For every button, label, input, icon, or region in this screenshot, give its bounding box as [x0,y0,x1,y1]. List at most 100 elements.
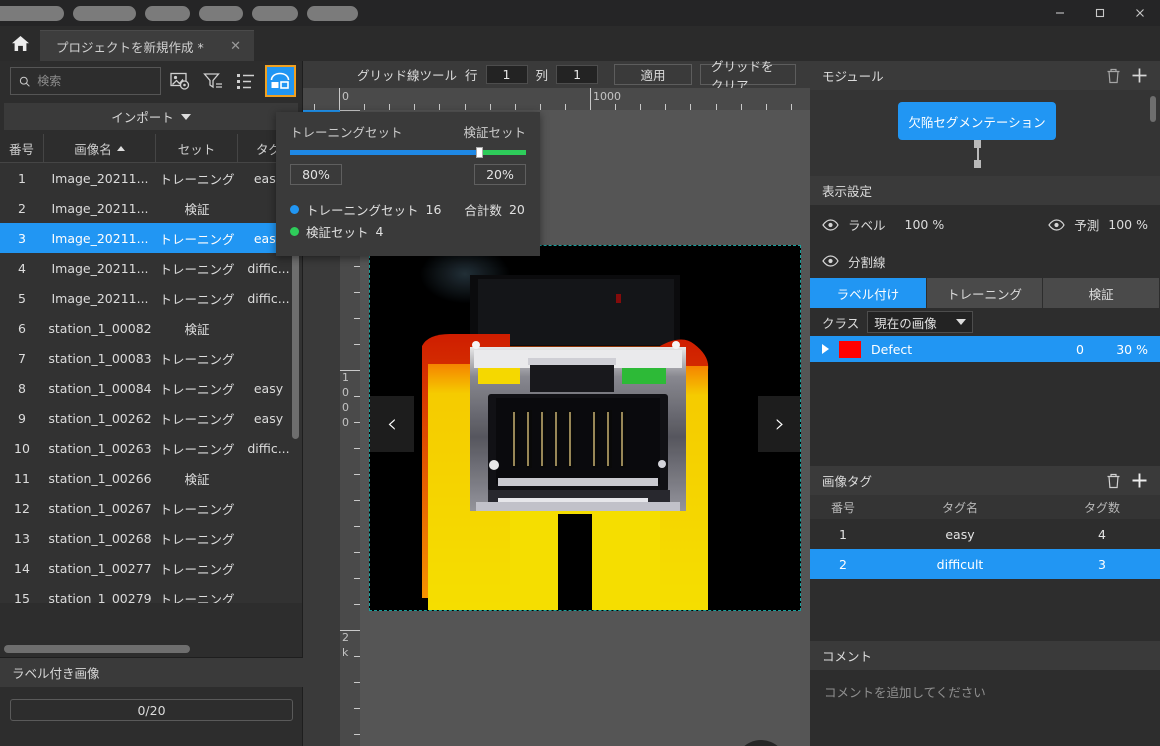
apply-button[interactable]: 適用 [614,64,693,85]
search-input-wrapper[interactable] [10,67,162,95]
menu-stub[interactable] [145,5,190,21]
list-view-icon[interactable] [232,66,261,96]
keyboard-shortcuts-button[interactable] [735,740,787,746]
table-row[interactable]: 9 station_1_00262 トレーニング easy [0,403,302,433]
list-vertical-scrollbar[interactable] [292,249,299,439]
val-percent-input[interactable]: 20% [474,164,526,185]
list-horizontal-scrollbar[interactable] [4,645,190,653]
module-scrollbar[interactable] [1150,96,1156,122]
minimize-button[interactable] [1040,0,1080,26]
train-stat-row: トレーニングセット 16 合計数 20 [290,198,526,220]
image-list-body[interactable]: 1 Image_20211... トレーニング easy 2 Image_20211...… [0,163,302,603]
grid-row-label: 行 [465,68,478,83]
tag-no: 2 [839,556,847,572]
module-graph[interactable]: 欠陥セグメンテーション [810,90,1160,176]
class-color-swatch[interactable] [839,340,861,358]
menu-stub[interactable] [199,5,243,21]
ruler-tick [590,88,591,110]
ruler-tick [339,88,340,110]
trash-icon[interactable] [1106,473,1121,489]
prediction-opacity-value[interactable]: 100 % [1108,217,1148,232]
cell-tag [238,343,299,373]
class-scope-dropdown[interactable]: 現在の画像 [867,311,974,333]
class-filter-row: クラス 現在の画像 [810,308,1160,336]
total-value: 20 [508,201,525,217]
comment-input[interactable]: コメントを追加してください [810,670,1160,746]
label-opacity-value[interactable]: 100 % [905,217,945,232]
list-item[interactable]: 1 easy 4 [810,519,1160,549]
table-row[interactable]: 3 Image_20211... トレーニング easy [0,223,302,253]
table-row[interactable]: 11 station_1_00266 検証 [0,463,302,493]
eye-icon[interactable] [822,218,839,231]
image-tags-list[interactable]: 1 easy 4 2 difficult 3 [810,519,1160,579]
expand-arrow-icon[interactable] [822,344,829,354]
plus-icon[interactable] [1131,67,1148,84]
cell-tag: diffic... [247,290,290,306]
node-endpoint[interactable] [974,160,981,168]
ruler-label: 1 [342,371,349,384]
class-item-defect[interactable]: Defect 0 30 % [810,336,1160,362]
tag-no: 1 [839,526,847,542]
dataset-split-icon[interactable] [264,65,296,97]
previous-image-button[interactable]: ‹ [370,396,414,452]
cell-no: 15 [14,590,30,604]
column-header-set[interactable]: セット [156,134,238,162]
table-row[interactable]: 8 station_1_00084 トレーニング easy [0,373,302,403]
table-row[interactable]: 10 station_1_00263 トレーニング diffic... [0,433,302,463]
cell-set: 検証 [184,321,210,337]
trash-icon[interactable] [1106,68,1121,84]
column-header-name[interactable]: 画像名 [44,134,156,162]
ruler-label: k [342,646,349,659]
plus-icon[interactable] [1131,472,1148,489]
menu-stub[interactable] [0,5,64,21]
split-values: 80% 20% [290,164,526,185]
class-opacity[interactable]: 30 % [1094,342,1148,357]
list-item[interactable]: 2 difficult 3 [810,549,1160,579]
menu-stub[interactable] [307,5,358,21]
split-slider[interactable] [290,147,526,158]
column-header-no[interactable]: 番号 [0,134,44,162]
title-bar [0,0,1160,26]
table-row[interactable]: 13 station_1_00268 トレーニング [0,523,302,553]
cell-name: Image_20211... [51,170,149,186]
table-row[interactable]: 5 Image_20211... トレーニング diffic... [0,283,302,313]
table-row[interactable]: 15 station_1_00279 トレーニング [0,583,302,604]
tab-labeling[interactable]: ラベル付け [810,278,927,308]
table-row[interactable]: 6 station_1_00082 検証 [0,313,302,343]
node-output-port[interactable] [974,140,981,148]
next-image-button[interactable]: › [758,396,800,452]
tab-validation[interactable]: 検証 [1043,278,1160,308]
train-percent-input[interactable]: 80% [290,164,342,185]
tag-column-name: タグ名 [941,500,978,515]
eye-icon[interactable] [1048,218,1065,231]
split-slider-handle[interactable] [475,147,483,158]
table-row[interactable]: 2 Image_20211... 検証 [0,193,302,223]
cell-set: トレーニング [159,501,235,517]
table-row[interactable]: 7 station_1_00083 トレーニング [0,343,302,373]
menu-stub[interactable] [73,5,136,21]
maximize-button[interactable] [1080,0,1120,26]
menu-stub[interactable] [252,5,298,21]
eye-icon[interactable] [822,255,839,267]
module-node-defect-segmentation[interactable]: 欠陥セグメンテーション [898,102,1056,140]
project-tab[interactable]: プロジェクトを新規作成 * ✕ [40,30,254,61]
home-icon[interactable] [0,26,40,61]
table-row[interactable]: 1 Image_20211... トレーニング easy [0,163,302,193]
grid-row-input[interactable]: 1 [485,65,528,84]
table-row[interactable]: 4 Image_20211... トレーニング diffic... [0,253,302,283]
close-button[interactable] [1120,0,1160,26]
ruler-label: 2 [342,631,349,644]
tab-training[interactable]: トレーニング [926,278,1044,308]
grid-col-input[interactable]: 1 [556,65,599,84]
image-settings-icon[interactable] [165,66,194,96]
annotated-image[interactable]: ‹ › [369,245,801,611]
table-row[interactable]: 14 station_1_00277 トレーニング [0,553,302,583]
search-input[interactable] [37,74,153,88]
import-button[interactable]: インポート [4,103,298,130]
ruler-label: 0 [342,416,349,429]
clear-grid-button[interactable]: グリッドをクリア [700,59,797,93]
table-row[interactable]: 12 station_1_00267 トレーニング [0,493,302,523]
close-icon[interactable]: ✕ [223,39,248,54]
modules-title: モジュール [822,69,884,84]
filter-icon[interactable] [198,66,227,96]
